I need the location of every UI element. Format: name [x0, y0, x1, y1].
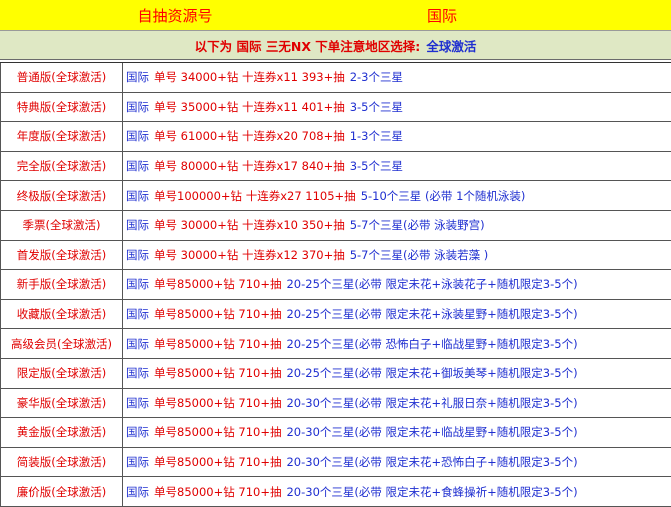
table-row: 普通版(全球激活) 国际 单号 34000+钻 十连券x11 393+抽 2-3个三星 [0, 63, 671, 93]
star-bonus: 20-25个三星(必带 恐怖白子+临战星野+随机限定3-5个) [286, 336, 578, 351]
region-label: 国际 [126, 455, 149, 470]
account-spec: 单号85000+钻 710+抽 [154, 484, 282, 499]
edition-description: 国际 单号100000+钻 十连券x27 1105+抽 5-10个三星 (必带 1个… [123, 181, 671, 210]
account-spec: 单号85000+钻 710+抽 [154, 307, 282, 322]
star-bonus: 2-3个三星 [349, 70, 404, 85]
product-table: 普通版(全球激活) 国际 单号 34000+钻 十连券x11 393+抽 2-3个三星… [0, 62, 671, 507]
edition-name: 高级会员(全球激活) [0, 329, 123, 358]
edition-description: 国际 单号85000+钻 710+抽 20-25个三星(必带 限定未花+泳装花子+随… [123, 270, 671, 299]
edition-name: 新手版(全球激活) [0, 270, 123, 299]
region-label: 国际 [126, 395, 149, 410]
edition-description: 国际 单号 30000+钻 十连券x12 370+抽 5-7个三星(必带 泳装若藻 … [123, 241, 671, 270]
table-row: 收藏版(全球激活) 国际 单号85000+钻 710+抽 20-25个三星(必带 限定… [0, 299, 671, 330]
region-label: 国际 [126, 129, 149, 144]
edition-name: 豪华版(全球激活) [0, 388, 123, 418]
region-label: 国际 [126, 307, 149, 322]
table-row: 廉价版(全球激活) 国际 单号85000+钻 710+抽 20-30个三星(必带 限定… [0, 477, 671, 507]
account-spec: 单号100000+钻 十连券x27 1105+抽 [154, 188, 356, 203]
edition-description: 国际 单号85000+钻 710+抽 20-30个三星(必带 限定未花+礼服日奈+随… [123, 389, 671, 418]
header-bar: 自抽资源号 国际 [0, 0, 671, 31]
account-spec: 单号85000+钻 710+抽 [154, 455, 282, 470]
edition-description: 国际 单号85000+钻 710+抽 20-25个三星(必带 限定未花+御坂美琴+随… [123, 359, 671, 388]
table-row: 特典版(全球激活) 国际 单号 35000+钻 十连券x11 401+抽 3-5个三星 [0, 92, 671, 123]
region-label: 国际 [126, 247, 149, 262]
table-row: 终极版(全球激活) 国际 单号100000+钻 十连券x27 1105+抽 5-10个… [0, 181, 671, 211]
account-spec: 单号85000+钻 710+抽 [154, 425, 282, 440]
edition-description: 国际 单号 80000+钻 十连券x17 840+抽 3-5个三星 [123, 152, 671, 181]
edition-name: 季票(全球激活) [0, 210, 123, 240]
table-row: 限定版(全球激活) 国际 单号85000+钻 710+抽 20-25个三星(必带 限定… [0, 358, 671, 389]
edition-name: 终极版(全球激活) [0, 181, 123, 210]
star-bonus: 20-25个三星(必带 限定未花+泳装花子+随机限定3-5个) [286, 277, 578, 292]
edition-name: 完全版(全球激活) [0, 151, 123, 181]
region-label: 国际 [126, 366, 149, 381]
star-bonus: 20-25个三星(必带 限定未花+御坂美琴+随机限定3-5个) [286, 366, 578, 381]
region-label: 国际 [126, 425, 149, 440]
edition-description: 国际 单号 34000+钻 十连券x11 393+抽 2-3个三星 [123, 63, 671, 92]
edition-description: 国际 单号85000+钻 710+抽 20-30个三星(必带 限定未花+恐怖白子+随… [123, 448, 671, 477]
edition-description: 国际 单号85000+钻 710+抽 20-30个三星(必带 限定未花+食蜂操祈+随… [123, 477, 671, 506]
account-spec: 单号85000+钻 710+抽 [154, 336, 282, 351]
subheader-region: 全球激活 [426, 38, 477, 54]
table-row: 首发版(全球激活) 国际 单号 30000+钻 十连券x12 370+抽 5-7个三星… [0, 240, 671, 271]
edition-name: 收藏版(全球激活) [0, 299, 123, 329]
star-bonus: 20-30个三星(必带 限定未花+食蜂操祈+随机限定3-5个) [286, 484, 578, 499]
account-spec: 单号85000+钻 710+抽 [154, 395, 282, 410]
edition-name: 简装版(全球激活) [0, 447, 123, 477]
table-row: 年度版(全球激活) 国际 单号 61000+钻 十连券x20 708+抽 1-3个三星 [0, 122, 671, 152]
table-row: 黄金版(全球激活) 国际 单号85000+钻 710+抽 20-30个三星(必带 限定… [0, 418, 671, 448]
star-bonus: 5-7个三星(必带 泳装野宫) [349, 218, 485, 233]
account-spec: 单号85000+钻 710+抽 [154, 277, 282, 292]
account-spec: 单号 61000+钻 十连券x20 708+抽 [154, 129, 345, 144]
star-bonus: 20-30个三星(必带 限定未花+恐怖白子+随机限定3-5个) [286, 455, 578, 470]
star-bonus: 1-3个三星 [349, 129, 404, 144]
table-row: 季票(全球激活) 国际 单号 30000+钻 十连券x10 350+抽 5-7个三星(… [0, 210, 671, 241]
account-spec: 单号 80000+钻 十连券x17 840+抽 [154, 159, 345, 174]
account-spec: 单号85000+钻 710+抽 [154, 366, 282, 381]
header-right-label: 国际 [427, 6, 458, 25]
account-spec: 单号 30000+钻 十连券x12 370+抽 [154, 247, 345, 262]
table-row: 简装版(全球激活) 国际 单号85000+钻 710+抽 20-30个三星(必带 限定… [0, 447, 671, 478]
region-label: 国际 [126, 70, 149, 85]
edition-description: 国际 单号 30000+钻 十连券x10 350+抽 5-7个三星(必带 泳装野宫) [123, 211, 671, 240]
edition-name: 首发版(全球激活) [0, 240, 123, 270]
table-row: 新手版(全球激活) 国际 单号85000+钻 710+抽 20-25个三星(必带 限定… [0, 270, 671, 300]
table-row: 完全版(全球激活) 国际 单号 80000+钻 十连券x17 840+抽 3-5个三星 [0, 151, 671, 182]
region-label: 国际 [126, 336, 149, 351]
region-label: 国际 [126, 99, 149, 114]
account-spec: 单号 35000+钻 十连券x11 401+抽 [154, 99, 345, 114]
edition-description: 国际 单号 35000+钻 十连券x11 401+抽 3-5个三星 [123, 93, 671, 122]
star-bonus: 5-10个三星 (必带 1个随机泳装) [360, 188, 526, 203]
region-label: 国际 [126, 484, 149, 499]
edition-name: 黄金版(全球激活) [0, 418, 123, 447]
star-bonus: 3-5个三星 [349, 159, 404, 174]
star-bonus: 5-7个三星(必带 泳装若藻 ) [349, 247, 489, 262]
region-label: 国际 [126, 277, 149, 292]
price-sheet: 自抽资源号 国际 以下为 国际 三无NX 下单注意地区选择: 全球激活 普通版(… [0, 0, 671, 507]
edition-name: 特典版(全球激活) [0, 92, 123, 122]
star-bonus: 20-30个三星(必带 限定未花+礼服日奈+随机限定3-5个) [286, 395, 578, 410]
region-label: 国际 [126, 218, 149, 233]
edition-name: 年度版(全球激活) [0, 122, 123, 151]
region-label: 国际 [126, 159, 149, 174]
star-bonus: 3-5个三星 [349, 99, 404, 114]
edition-name: 普通版(全球激活) [0, 63, 123, 92]
star-bonus: 20-30个三星(必带 限定未花+临战星野+随机限定3-5个) [286, 425, 578, 440]
table-row: 高级会员(全球激活) 国际 单号85000+钻 710+抽 20-25个三星(必带 恐… [0, 329, 671, 359]
account-spec: 单号 34000+钻 十连券x11 393+抽 [154, 70, 345, 85]
table-row: 豪华版(全球激活) 国际 单号85000+钻 710+抽 20-30个三星(必带 限定… [0, 388, 671, 419]
edition-name: 限定版(全球激活) [0, 358, 123, 388]
edition-description: 国际 单号85000+钻 710+抽 20-25个三星(必带 限定未花+泳装星野+随… [123, 300, 671, 329]
subheader-bar: 以下为 国际 三无NX 下单注意地区选择: 全球激活 [0, 31, 671, 60]
edition-description: 国际 单号85000+钻 710+抽 20-30个三星(必带 限定未花+临战星野+随… [123, 418, 671, 447]
edition-description: 国际 单号85000+钻 710+抽 20-25个三星(必带 恐怖白子+临战星野+随… [123, 329, 671, 358]
edition-name: 廉价版(全球激活) [0, 477, 123, 506]
edition-description: 国际 单号 61000+钻 十连券x20 708+抽 1-3个三星 [123, 122, 671, 151]
account-spec: 单号 30000+钻 十连券x10 350+抽 [154, 218, 345, 233]
subheader-notice: 以下为 国际 三无NX 下单注意地区选择: [194, 38, 421, 54]
header-left-label: 自抽资源号 [137, 6, 213, 25]
region-label: 国际 [126, 188, 149, 203]
star-bonus: 20-25个三星(必带 限定未花+泳装星野+随机限定3-5个) [286, 307, 578, 322]
